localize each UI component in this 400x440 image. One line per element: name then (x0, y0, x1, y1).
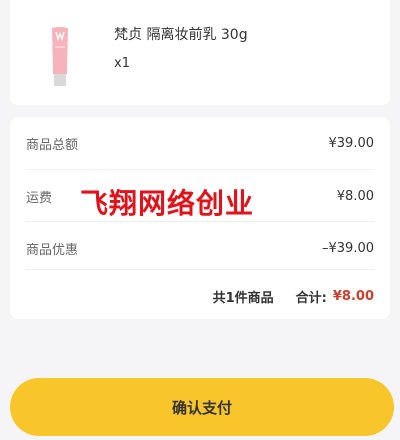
summary-row-discount: 商品优惠 –¥39.00 (26, 221, 374, 274)
item-count-text: 共1件商品 (212, 290, 274, 306)
product-quantity: x1 (114, 56, 130, 71)
product-card: 梵贞 隔离妆前乳 30g x1 (10, 0, 390, 105)
discount-value: –¥39.00 (322, 240, 374, 256)
watermark-text: 飞翔网络创业 (80, 187, 255, 220)
shipping-value: ¥8.00 (336, 188, 374, 204)
total-value: ¥8.00 (332, 288, 374, 304)
discount-label: 商品优惠 (26, 242, 79, 258)
product-name: 梵贞 隔离妆前乳 30g (114, 27, 248, 43)
product-image (52, 27, 68, 86)
shipping-label: 运费 (26, 190, 53, 206)
subtotal-label: 商品总额 (26, 137, 79, 153)
total-label: 合计: (295, 290, 327, 306)
subtotal-value: ¥39.00 (328, 135, 375, 151)
summary-row-total: 共1件商品 合计: ¥8.00 (26, 269, 374, 322)
summary-row-subtotal: 商品总额 ¥39.00 (26, 117, 374, 169)
confirm-payment-button[interactable]: 确认支付 (10, 378, 394, 436)
